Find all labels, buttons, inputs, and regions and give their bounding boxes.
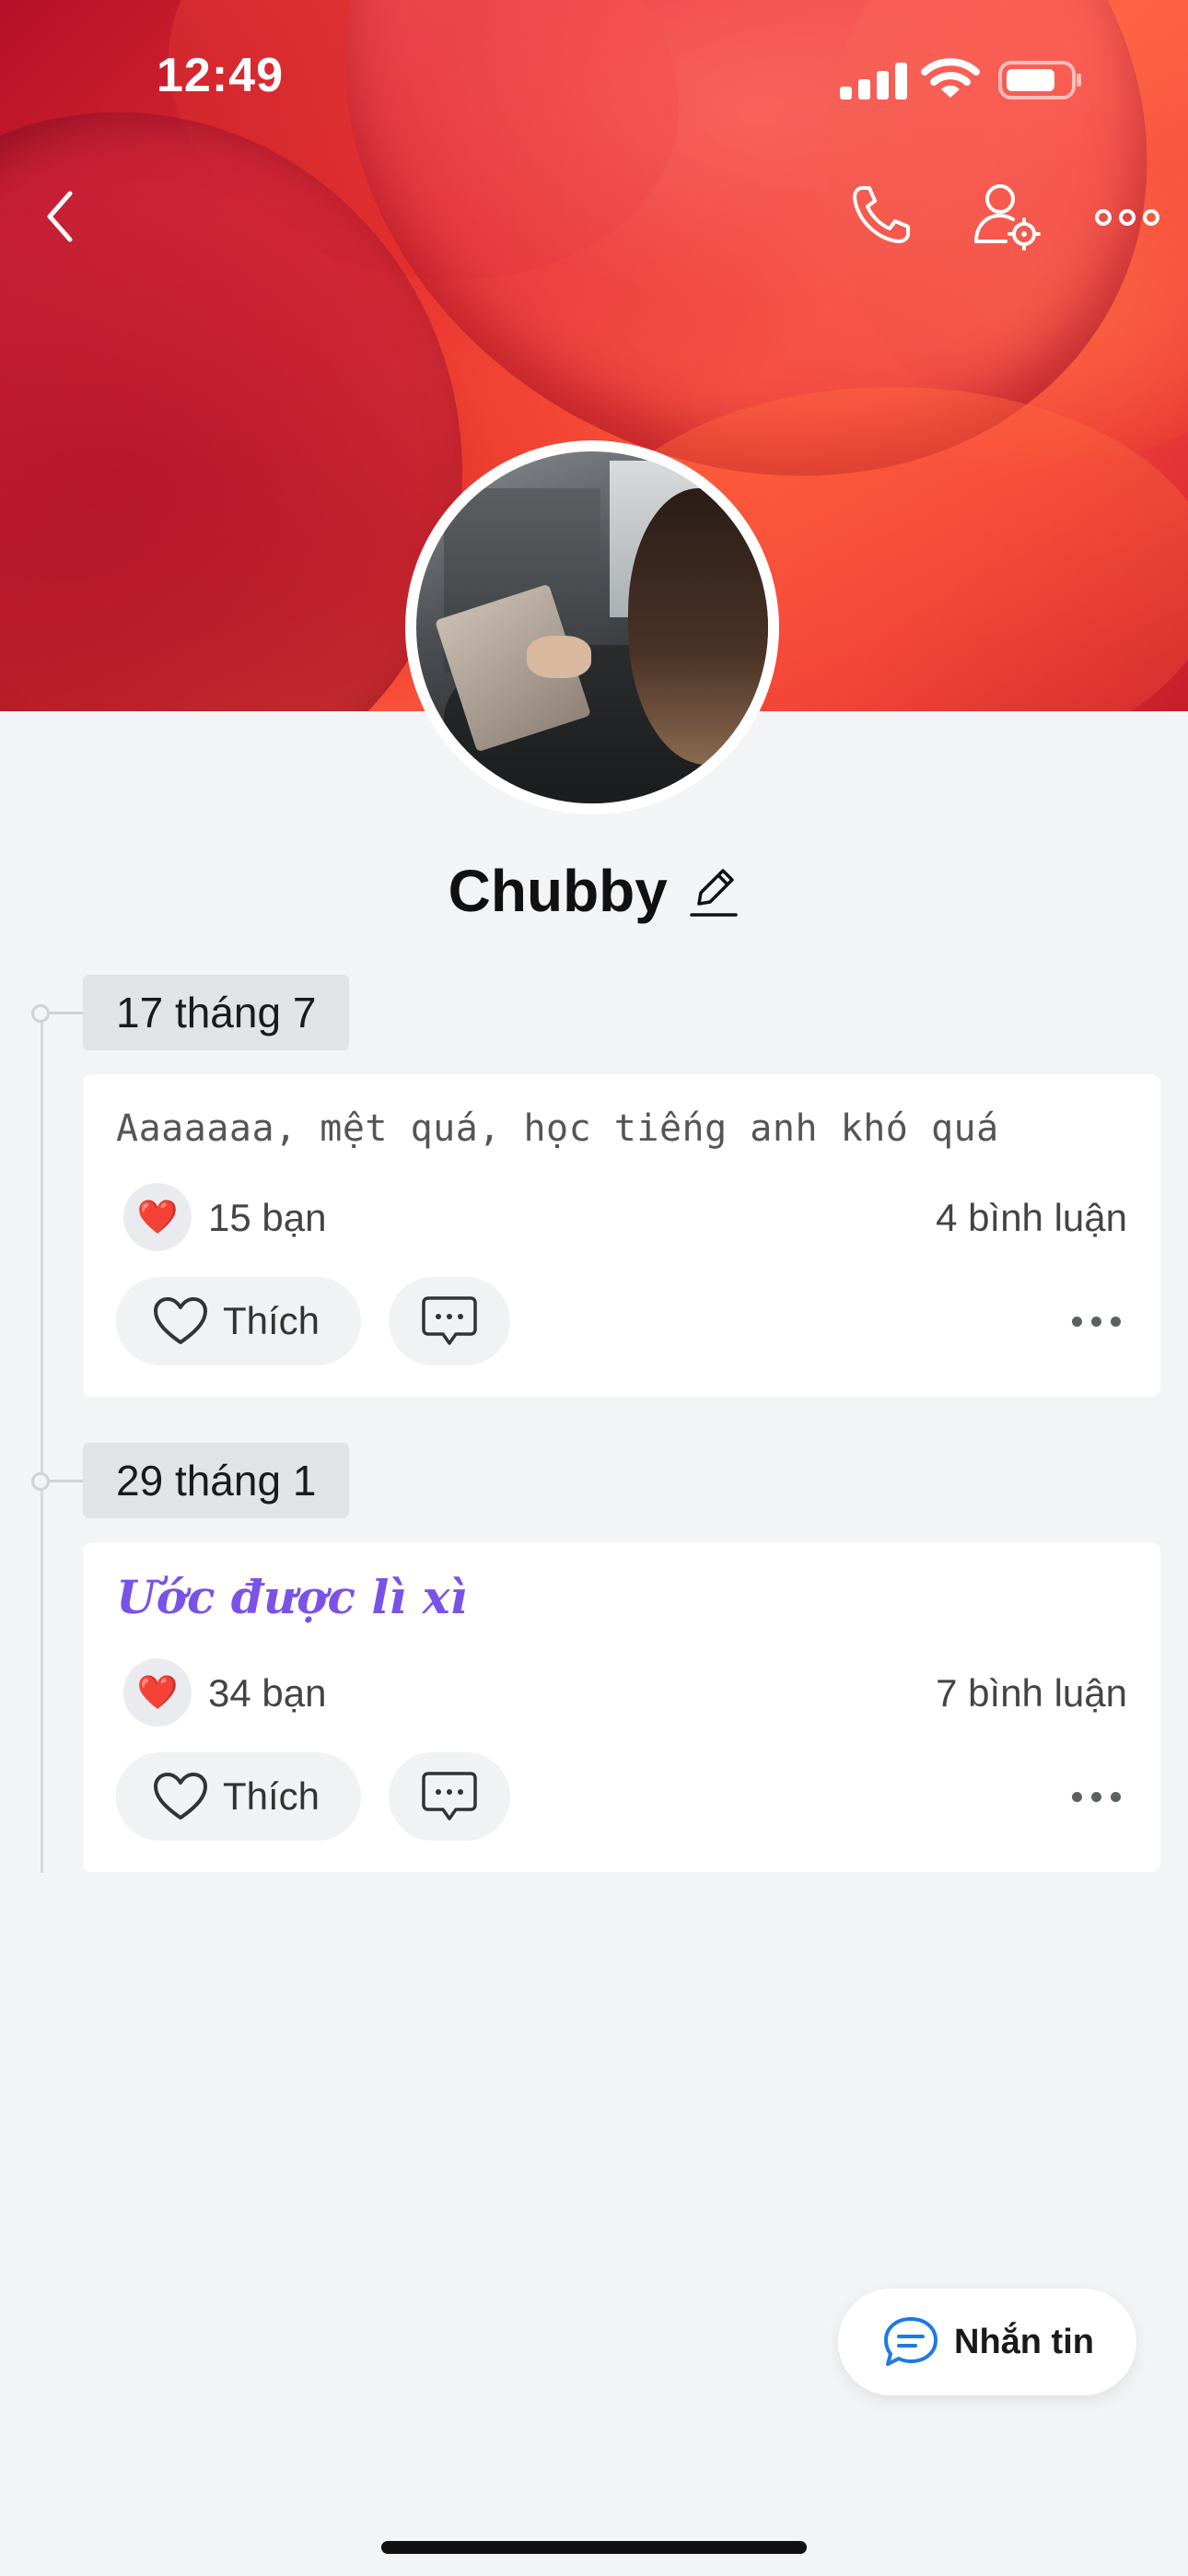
avatar[interactable] <box>405 440 779 814</box>
message-button[interactable]: Nhắn tin <box>838 2289 1136 2395</box>
battery-icon <box>998 61 1081 100</box>
comment-icon <box>422 1296 477 1345</box>
heart-reaction-icon[interactable]: ❤️ <box>123 1658 192 1727</box>
post-card[interactable]: Aaaaaaa, mệt quá, học tiếng anh khó quá … <box>83 1074 1160 1397</box>
chat-bubble-icon <box>884 2317 938 2366</box>
heart-icon <box>154 1297 207 1344</box>
heart-reaction-icon[interactable]: ❤️ <box>123 1183 192 1251</box>
like-button-label: Thích <box>223 1774 320 1818</box>
date-chip: 29 tháng 1 <box>83 1443 350 1518</box>
profile-name-row: Chubby <box>0 857 1188 925</box>
date-chip: 17 tháng 7 <box>83 975 350 1050</box>
comment-count[interactable]: 7 bình luận <box>936 1671 1127 1715</box>
post-card[interactable]: Ước được lì xì ❤️ 34 bạn 7 bình luận Thí… <box>83 1542 1160 1872</box>
profile-name: Chubby <box>448 858 668 924</box>
post-more-icon[interactable] <box>1072 1787 1124 1806</box>
comment-button[interactable] <box>389 1752 510 1841</box>
home-indicator <box>381 2541 807 2554</box>
like-button-label: Thích <box>223 1299 320 1342</box>
like-button[interactable]: Thích <box>116 1752 361 1841</box>
avatar-photo <box>416 451 768 803</box>
timeline-tick <box>50 1480 83 1482</box>
wifi-icon <box>921 58 980 98</box>
timeline-node <box>31 1472 50 1491</box>
timeline-line <box>41 1012 43 1873</box>
like-button[interactable]: Thích <box>116 1277 361 1365</box>
cellular-signal-icon <box>840 61 908 100</box>
edit-pencil-icon[interactable] <box>688 863 740 919</box>
phone-icon[interactable] <box>849 181 915 247</box>
timeline-node <box>31 1004 50 1023</box>
back-chevron-icon[interactable] <box>37 184 83 249</box>
post-text: Ước được lì xì <box>116 1570 468 1624</box>
like-count[interactable]: 34 bạn <box>208 1671 326 1715</box>
status-time: 12:49 <box>157 49 284 102</box>
post-more-icon[interactable] <box>1072 1312 1124 1330</box>
message-button-label: Nhắn tin <box>954 2322 1094 2361</box>
comment-button[interactable] <box>389 1277 510 1365</box>
timeline-tick <box>50 1012 83 1014</box>
user-settings-icon[interactable] <box>973 181 1042 251</box>
comment-count[interactable]: 4 bình luận <box>936 1196 1127 1240</box>
post-text: Aaaaaaa, mệt quá, học tiếng anh khó quá <box>116 1107 999 1150</box>
heart-icon <box>154 1773 207 1820</box>
more-horizontal-icon[interactable] <box>1094 199 1160 236</box>
status-bar: 12:49 <box>0 0 1188 138</box>
like-count[interactable]: 15 bạn <box>208 1196 326 1240</box>
comment-icon <box>422 1772 477 1821</box>
